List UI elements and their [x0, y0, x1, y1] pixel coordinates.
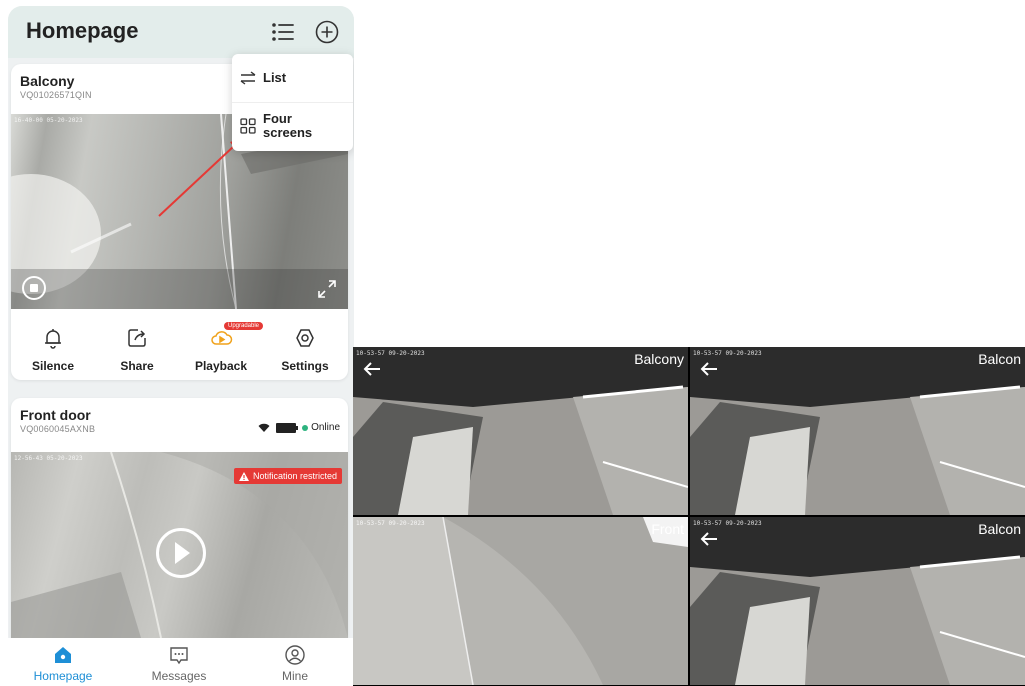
online-status: Online	[311, 422, 340, 433]
video-controls-bar	[11, 269, 348, 309]
swap-icon	[240, 71, 256, 85]
notification-restricted-badge[interactable]: Notification restricted	[233, 468, 342, 484]
silence-label: Silence	[31, 359, 75, 373]
device-actions: Silence Share Upgradable Playback Settin…	[11, 314, 348, 380]
profile-icon	[285, 645, 305, 665]
pane-timestamp: 10-53-57 09-20-2023	[356, 520, 425, 527]
add-device-icon[interactable]	[314, 19, 340, 45]
camera-pane[interactable]: 10-53-57 09-20-2023 Front	[353, 517, 688, 685]
video-timestamp: 16-40-00 05-20-2023	[14, 117, 83, 124]
menu-item-list[interactable]: List	[232, 54, 353, 100]
device-status: Online	[258, 422, 340, 433]
silence-button[interactable]: Silence	[11, 322, 95, 380]
stop-button[interactable]	[22, 276, 46, 300]
pane-device-name: Front	[651, 521, 684, 537]
pane-timestamp: 10-53-57 09-20-2023	[693, 350, 762, 357]
pane-device-name: Balcon	[978, 521, 1021, 537]
pane-timestamp: 10-53-57 09-20-2023	[693, 520, 762, 527]
back-arrow-icon[interactable]	[363, 361, 381, 377]
settings-icon	[296, 329, 314, 347]
menu-item-four-screens[interactable]: Four screens	[232, 104, 353, 150]
menu-item-label: Four screens	[263, 111, 313, 140]
battery-icon	[276, 422, 299, 433]
settings-button[interactable]: Settings	[263, 322, 347, 380]
device-id: VQ01026571QIN	[20, 90, 92, 100]
camera-feed	[690, 347, 1025, 515]
pane-timestamp: 10-53-57 09-20-2023	[356, 350, 425, 357]
camera-feed	[353, 347, 688, 515]
tab-homepage[interactable]: Homepage	[18, 640, 108, 686]
camera-pane[interactable]: 10-53-57 09-20-2023 Balcony	[353, 347, 688, 515]
playback-button[interactable]: Upgradable Playback	[179, 322, 264, 380]
grid-icon	[240, 118, 256, 134]
share-label: Share	[120, 359, 154, 373]
tab-label: Mine	[281, 669, 308, 683]
share-icon	[128, 329, 146, 347]
tab-label: Homepage	[33, 669, 93, 683]
bottom-tab-bar: Homepage Messages Mine	[8, 638, 354, 686]
settings-label: Settings	[281, 359, 329, 373]
pane-device-name: Balcon	[978, 351, 1021, 367]
four-screens-view: 10-53-57 09-20-2023 Balcony 10-53-57 09-…	[353, 347, 1025, 686]
camera-feed	[353, 517, 688, 685]
online-dot	[302, 424, 309, 431]
home-icon	[55, 647, 71, 663]
play-button[interactable]	[156, 528, 206, 578]
device-name: Front door	[20, 407, 91, 423]
phone-screen: Homepage Balcony VQ01026571QIN 16-40-00 …	[8, 6, 354, 686]
video-preview[interactable]: 12-56-43 05-20-2023 Notification restric…	[11, 452, 348, 638]
tab-messages[interactable]: Messages	[134, 640, 224, 686]
menu-divider	[232, 102, 353, 103]
page-title: Homepage	[26, 18, 139, 43]
tab-mine[interactable]: Mine	[250, 640, 340, 686]
tab-label: Messages	[151, 669, 207, 683]
camera-pane[interactable]: 10-53-57 09-20-2023 Balcon	[690, 347, 1025, 515]
video-timestamp: 12-56-43 05-20-2023	[14, 455, 83, 462]
back-arrow-icon[interactable]	[700, 531, 718, 547]
upgradable-badge: Upgradable	[224, 322, 264, 330]
view-mode-menu: List Four screens	[232, 54, 353, 151]
device-name: Balcony	[20, 73, 75, 89]
share-button[interactable]: Share	[95, 322, 179, 380]
bell-icon	[45, 329, 61, 349]
messages-icon	[170, 647, 188, 665]
playback-label: Playback	[194, 359, 248, 373]
back-arrow-icon[interactable]	[700, 361, 718, 377]
fullscreen-icon[interactable]	[316, 278, 338, 300]
list-menu-icon[interactable]	[270, 19, 296, 45]
camera-pane[interactable]: 10-53-57 09-20-2023 Balcon	[690, 517, 1025, 685]
notification-text: Notification restricted	[252, 471, 337, 481]
warning-icon	[238, 471, 249, 481]
device-id: VQ0060045AXNB	[20, 424, 96, 434]
device-card-front-door[interactable]: Front door VQ0060045AXNB Online 12-56-43…	[11, 398, 348, 638]
menu-item-label: List	[263, 70, 287, 85]
pane-device-name: Balcony	[634, 351, 684, 367]
top-bar: Homepage	[8, 6, 354, 58]
wifi-icon	[258, 423, 270, 432]
camera-feed	[690, 517, 1025, 685]
